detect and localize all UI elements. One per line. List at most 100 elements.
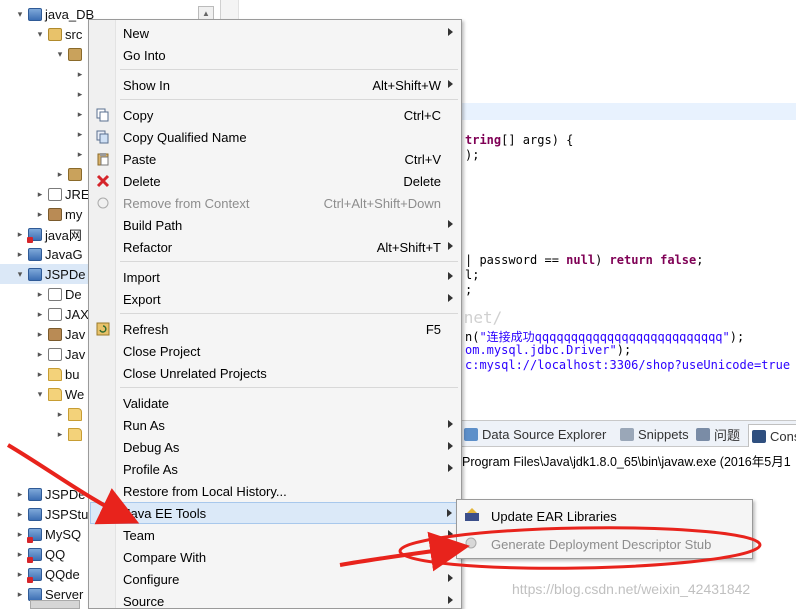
twisty-icon[interactable]: ▾ [34, 389, 46, 400]
menu-item-close-project[interactable]: Close Project [90, 340, 461, 362]
menu-item-build-path[interactable]: Build Path [90, 214, 461, 236]
menu-item-source[interactable]: Source [90, 590, 461, 609]
twisty-icon[interactable]: ▾ [14, 9, 26, 20]
menu-item-close-unrelated-projects[interactable]: Close Unrelated Projects [90, 362, 461, 384]
twisty-icon[interactable]: ▸ [74, 109, 86, 120]
submenu-arrow-icon [448, 80, 453, 88]
twisty-icon[interactable]: ▸ [54, 429, 66, 440]
twisty-icon[interactable]: ▸ [14, 249, 26, 260]
menu-item-label: Export [123, 291, 161, 307]
menu-item-label: Paste [123, 151, 157, 167]
menu-separator [120, 387, 458, 388]
menu-item-export[interactable]: Export [90, 288, 461, 310]
view-tab[interactable]: Cons [748, 424, 796, 447]
view-tab[interactable]: Snippets [620, 425, 689, 443]
menu-item-refactor[interactable]: Refactor Alt+Shift+T [90, 236, 461, 258]
menu-item-shortcut: Ctrl+C [403, 107, 441, 123]
menu-item-run-as[interactable]: Run As [90, 414, 461, 436]
twisty-icon[interactable]: ▸ [34, 349, 46, 360]
tree-node-label: Jav [65, 326, 86, 342]
menu-item-copy[interactable]: Copy Ctrl+C [90, 104, 461, 126]
twisty-icon[interactable]: ▸ [54, 169, 66, 180]
twisty-icon[interactable]: ▸ [14, 529, 26, 540]
twisty-icon[interactable]: ▸ [74, 69, 86, 80]
menu-item-remove-from-context[interactable]: Remove from Context Ctrl+Alt+Shift+Down [90, 192, 461, 214]
project-icon [28, 507, 42, 521]
tree-node-label: bu [65, 366, 80, 382]
twisty-icon[interactable]: ▸ [14, 589, 26, 600]
code-line: om.mysql.jdbc.Driver"); [465, 343, 632, 357]
view-tab-label: Cons [770, 428, 796, 444]
twisty-icon[interactable]: ▸ [14, 569, 26, 580]
paste-icon [96, 152, 110, 166]
twisty-icon[interactable]: ▸ [34, 189, 46, 200]
twisty-icon[interactable]: ▸ [34, 329, 46, 340]
submenu-arrow-icon [448, 442, 453, 450]
project-icon [28, 487, 42, 501]
tree-node-label: JSPDe [45, 486, 86, 502]
submenu-arrow-icon [448, 420, 453, 428]
menu-item-compare-with[interactable]: Compare With [90, 546, 461, 568]
menu-separator [120, 261, 458, 262]
menu-item-show-in[interactable]: Show In Alt+Shift+W [90, 74, 461, 96]
folder-icon [68, 407, 82, 421]
twisty-icon[interactable]: ▸ [54, 409, 66, 420]
menu-item-validate[interactable]: Validate [90, 392, 461, 414]
view-tab[interactable]: Data Source Explorer [464, 425, 606, 443]
twisty-icon[interactable]: ▸ [14, 489, 26, 500]
twisty-icon[interactable]: ▸ [74, 129, 86, 140]
menu-item-paste[interactable]: Paste Ctrl+V [90, 148, 461, 170]
code-line: | password == null) return false; [465, 253, 704, 267]
tree-node-label: JAX [65, 306, 89, 322]
submenu-item-label: Generate Deployment Descriptor Stub [491, 536, 712, 552]
twisty-icon[interactable]: ▸ [14, 229, 26, 240]
menu-item-new[interactable]: New [90, 22, 461, 44]
menu-item-label: Go Into [123, 47, 166, 63]
submenu-item-generate-deployment-descriptor-stub[interactable]: Generate Deployment Descriptor Stub [458, 532, 751, 556]
copy-icon [96, 108, 110, 122]
view-tab[interactable]: 问题 [696, 425, 740, 443]
jar-icon [48, 327, 62, 341]
menu-item-debug-as[interactable]: Debug As [90, 436, 461, 458]
library-icon [48, 287, 62, 301]
project-icon [28, 7, 42, 21]
menu-separator [120, 99, 458, 100]
view-tab-icon [464, 427, 478, 441]
menu-item-team[interactable]: Team [90, 524, 461, 546]
twisty-icon[interactable]: ▸ [34, 309, 46, 320]
twisty-icon[interactable]: ▸ [74, 149, 86, 160]
menu-item-configure[interactable]: Configure [90, 568, 461, 590]
src-icon [48, 27, 62, 41]
menu-item-go-into[interactable]: Go Into [90, 44, 461, 66]
menu-item-refresh[interactable]: Refresh F5 [90, 318, 461, 340]
menu-item-import[interactable]: Import [90, 266, 461, 288]
twisty-icon[interactable]: ▸ [14, 549, 26, 560]
menu-item-copy-qualified-name[interactable]: Copy Qualified Name [90, 126, 461, 148]
watermark-text-bottom: https://blog.csdn.net/weixin_42431842 [512, 581, 751, 597]
twisty-icon[interactable]: ▸ [34, 209, 46, 220]
menu-item-java-ee-tools[interactable]: Java EE Tools [90, 502, 461, 524]
menu-item-profile-as[interactable]: Profile As [90, 458, 461, 480]
twisty-icon[interactable]: ▸ [14, 509, 26, 520]
menu-separator [120, 313, 458, 314]
twisty-icon[interactable]: ▸ [34, 369, 46, 380]
library-icon [48, 347, 62, 361]
submenu-arrow-icon [448, 596, 453, 604]
code-line: tring[] args) { [465, 133, 574, 147]
tree-node-label: We [65, 386, 85, 402]
menu-item-label: Refresh [123, 321, 169, 337]
twisty-icon[interactable]: ▾ [34, 29, 46, 40]
twisty-icon[interactable]: ▸ [34, 289, 46, 300]
menu-item-label: Validate [123, 395, 170, 411]
horizontal-scrollbar-thumb[interactable] [30, 600, 80, 609]
twisty-icon[interactable]: ▾ [54, 49, 66, 60]
submenu-arrow-icon [448, 272, 453, 280]
twisty-icon[interactable]: ▸ [74, 89, 86, 100]
twisty-icon[interactable]: ▾ [14, 269, 26, 280]
menu-item-delete[interactable]: Delete Delete [90, 170, 461, 192]
tree-node-label: my [65, 206, 83, 222]
submenu-item-update-ear-libraries[interactable]: Update EAR Libraries [458, 504, 751, 528]
menu-item-label: Configure [123, 571, 180, 587]
menu-item-label: Copy Qualified Name [123, 129, 247, 145]
menu-item-restore-from-local-history[interactable]: Restore from Local History... [90, 480, 461, 502]
